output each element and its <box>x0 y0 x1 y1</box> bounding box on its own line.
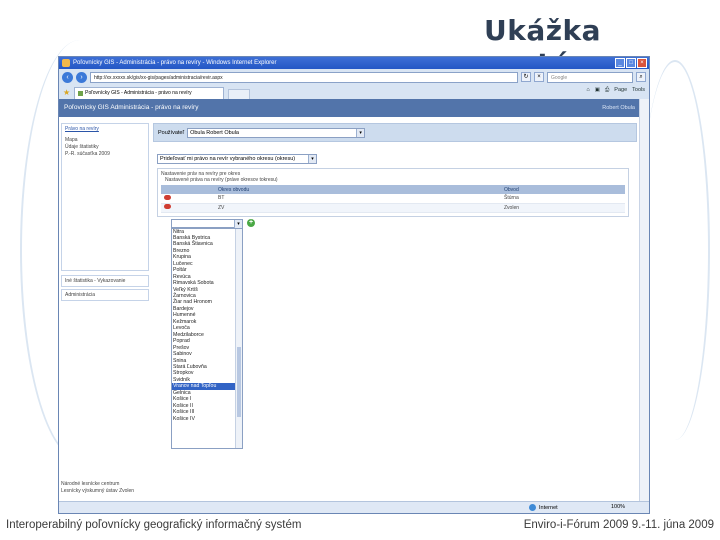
delete-icon[interactable] <box>164 194 171 200</box>
sidebar-box-main: Právo na revíry Mapa Údaje štatistiky P.… <box>61 123 149 271</box>
command-bar: ⌂ ▣ ⎙ Page Tools <box>586 87 645 94</box>
back-arrow-icon[interactable]: ‹ <box>62 71 73 83</box>
decorative-arc-right <box>640 60 710 440</box>
zone-label: Internet <box>539 504 558 511</box>
district-dropdown[interactable]: ▾ <box>171 218 243 228</box>
minimize-button[interactable]: _ <box>615 58 625 68</box>
table-header-row: Okres obvodu Obvod <box>161 185 625 194</box>
url-input[interactable]: http://xx.xxxxx.sk/gis/xx-gis/pages/admi… <box>90 71 518 83</box>
logged-user[interactable]: Robert Obula <box>602 99 635 117</box>
ie-icon <box>62 59 70 67</box>
home-icon[interactable]: ⌂ <box>586 87 589 94</box>
fieldset-sublegend: Nastavené práva na revíry (práve okresov… <box>165 177 278 183</box>
sidebar-box-admin: Administrácia <box>61 289 149 301</box>
list-item[interactable]: Košice IV <box>172 416 242 422</box>
close-button[interactable]: × <box>637 58 647 68</box>
page-scrollbar[interactable] <box>639 99 649 503</box>
sidebar: Právo na revíry Mapa Údaje štatistiky P.… <box>61 123 149 301</box>
print-icon[interactable]: ⎙ <box>605 87 609 94</box>
table-cell-action <box>161 194 215 204</box>
refresh-icon[interactable]: ↻ <box>521 72 531 82</box>
table-cell-obvod: Štúrna <box>501 194 625 204</box>
address-bar: ‹ › http://xx.xxxxx.sk/gis/xx-gis/pages/… <box>59 69 649 85</box>
sidebar-item-part[interactable]: P.-R. súčasťka 2009 <box>65 151 145 158</box>
rights-table: Okres obvodu Obvod BT Štúrna ZV Zvolen <box>161 185 625 213</box>
feeds-icon[interactable]: ▣ <box>595 87 600 94</box>
district-option-list[interactable]: Nitra Banská Bystrica Banská Štiavnica Brez… <box>171 227 243 449</box>
delete-icon[interactable] <box>164 204 171 209</box>
browser-window: Poľovnícky GIS - Administrácia - právo n… <box>58 56 650 514</box>
list-scrollbar[interactable] <box>235 228 242 448</box>
user-select[interactable]: Obula Robert Obula ▾ <box>187 127 366 138</box>
chevron-down-icon[interactable]: ▾ <box>356 128 365 137</box>
status-bar: Internet 100% <box>59 501 649 513</box>
table-cell-code: ZV <box>215 203 501 213</box>
main-panel: Používateľ Obula Robert Obula ▾ Prideľov… <box>153 123 637 449</box>
sidebar-footer: Národné lesnícke centrum Lesnícky výskum… <box>61 481 134 495</box>
tools-menu[interactable]: Tools <box>632 87 645 94</box>
sidebar-footer-line1: Národné lesnícke centrum <box>61 481 120 487</box>
forward-arrow-icon[interactable]: › <box>76 71 87 83</box>
district-add-row: ▾ + <box>171 218 637 228</box>
search-input[interactable]: Google <box>547 71 633 83</box>
page-content: Poľovnícky GIS Administrácia - právo na … <box>59 99 649 503</box>
chevron-down-icon[interactable]: ▾ <box>308 155 316 163</box>
zoom-level[interactable]: 100% <box>611 504 625 510</box>
sidebar-box-other: Iné štatistika - Vykazovanie <box>61 275 149 287</box>
window-controls: _ □ × <box>615 58 647 68</box>
chevron-down-icon[interactable]: ▾ <box>234 219 242 228</box>
table-row: ZV Zvolen <box>161 203 625 213</box>
sidebar-head-link[interactable]: Právo na revíry <box>65 126 145 133</box>
column-header-action <box>161 185 215 194</box>
column-header-obvod[interactable]: Obvod <box>501 185 625 194</box>
table-cell-obvod: Zvolen <box>501 203 625 213</box>
sidebar-item-stats[interactable]: Údaje štatistiky <box>65 144 145 151</box>
globe-icon <box>529 504 536 511</box>
list-scroll-thumb[interactable] <box>237 346 241 417</box>
app-header-title: Poľovnícky GIS Administrácia - právo na … <box>64 104 199 111</box>
tab-bar: ★ Poľovnícky GIS - Administrácia - právo… <box>59 85 649 99</box>
footer-left: Interoperabilný poľovnícky geografický i… <box>6 519 302 531</box>
page-menu[interactable]: Page <box>614 87 627 94</box>
maximize-button[interactable]: □ <box>626 58 636 68</box>
district-select-value: Prideľovať mi právo na revír vybraného o… <box>160 156 296 162</box>
user-label: Používateľ <box>158 129 185 136</box>
sidebar-item-other[interactable]: Iné štatistika - Vykazovanie <box>65 278 145 285</box>
table-cell-code: BT <box>215 194 501 204</box>
search-icon[interactable]: ⌕ <box>636 72 646 82</box>
window-title: Poľovnícky GIS - Administrácia - právo n… <box>73 60 277 66</box>
table-cell-action <box>161 203 215 213</box>
district-select[interactable]: Prideľovať mi právo na revír vybraného o… <box>157 154 317 164</box>
security-zone: Internet <box>529 504 558 511</box>
sidebar-item-map[interactable]: Mapa <box>65 137 145 144</box>
user-select-value: Obula Robert Obula <box>190 129 239 136</box>
column-header-code[interactable]: Okres obvodu <box>215 185 501 194</box>
user-selection-bar: Používateľ Obula Robert Obula ▾ <box>153 123 637 142</box>
app-header: Poľovnícky GIS Administrácia - právo na … <box>59 99 649 117</box>
stop-icon[interactable]: × <box>534 72 544 82</box>
table-row: BT Štúrna <box>161 194 625 204</box>
rights-fieldset: Nastavenie práv na revíry pre okres Nast… <box>157 168 629 217</box>
sidebar-item-admin[interactable]: Administrácia <box>65 292 145 299</box>
add-icon[interactable]: + <box>247 218 255 227</box>
browser-tab[interactable]: Poľovnícky GIS - Administrácia - právo n… <box>74 87 225 99</box>
new-tab-button[interactable] <box>228 89 251 99</box>
footer-right: Enviro-i-Fórum 2009 9.-11. júna 2009 <box>523 519 714 531</box>
sidebar-footer-line2: Lesnícky výskumný ústav Zvolen <box>61 488 135 494</box>
favorites-star-icon[interactable]: ★ <box>63 86 70 99</box>
window-titlebar: Poľovnícky GIS - Administrácia - právo n… <box>59 57 649 69</box>
